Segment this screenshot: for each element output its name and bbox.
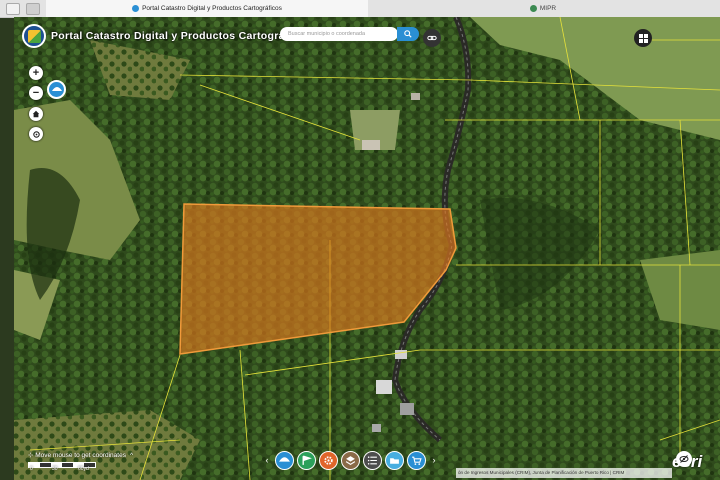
layers-tool-button[interactable]	[341, 450, 360, 470]
folder-icon	[390, 457, 399, 464]
scale-label: 0	[30, 466, 33, 472]
map-view[interactable]	[14, 17, 720, 480]
parcel-identify-button[interactable]	[47, 80, 66, 99]
grid-icon	[638, 33, 648, 43]
layers-icon	[345, 455, 356, 465]
coordinates-text: Move mouse to get coordinates	[35, 452, 126, 459]
search-icon	[404, 30, 412, 38]
list-tool-button[interactable]	[363, 450, 382, 470]
zoom-in-button[interactable]: +	[29, 66, 43, 80]
link-icon	[427, 35, 437, 41]
home-button[interactable]	[29, 107, 43, 121]
list-icon	[367, 455, 377, 465]
umbrella-icon	[279, 456, 290, 462]
satellite-imagery	[14, 17, 720, 480]
tab-label: MIPR	[539, 5, 557, 12]
sidebar-toggle-icon[interactable]	[6, 2, 20, 15]
tab-mipr[interactable]: MIPR	[372, 0, 714, 17]
visibility-toggle-button[interactable]	[676, 451, 692, 467]
tab-label: Portal Catastro Digital y Productos Cart…	[142, 5, 282, 12]
coordinates-readout[interactable]: ⊹ Move mouse to get coordinates ^	[28, 451, 133, 459]
flag-icon	[302, 454, 312, 465]
share-link-button[interactable]	[423, 29, 441, 47]
search-button[interactable]	[397, 27, 419, 41]
chevron-left-icon[interactable]: ‹	[262, 453, 272, 467]
crosshair-icon	[32, 130, 40, 138]
folder-tool-button[interactable]	[385, 450, 404, 470]
map-attribution: ón de Ingresos Municipales (CRIM), Junta…	[456, 468, 672, 478]
tab-overview-icon[interactable]	[26, 2, 40, 15]
parcel-tool-button[interactable]	[275, 450, 294, 470]
globe-icon	[132, 5, 140, 12]
app-logo[interactable]	[22, 24, 46, 48]
scale-label: 60yd	[78, 466, 89, 472]
cart-icon	[412, 456, 422, 465]
apps-grid-button[interactable]	[634, 29, 652, 47]
bottom-toolbar: ‹ ›	[262, 449, 439, 471]
gear-icon	[324, 455, 333, 465]
chevron-up-icon[interactable]: ^	[130, 452, 133, 459]
tab-portal-catastro[interactable]: Portal Catastro Digital y Productos Cart…	[46, 0, 368, 17]
home-icon	[32, 110, 40, 118]
chevron-right-icon[interactable]: ›	[429, 453, 439, 467]
cart-tool-button[interactable]	[407, 450, 426, 470]
browser-tab-bar: Portal Catastro Digital y Productos Cart…	[0, 0, 720, 18]
zoom-out-button[interactable]: −	[29, 86, 43, 100]
eye-off-icon	[679, 455, 689, 463]
globe-icon	[529, 5, 537, 12]
app-title: Portal Catastro Digital y Productos Cart…	[51, 30, 311, 42]
flag-tool-button[interactable]	[297, 450, 316, 470]
umbrella-icon	[51, 86, 62, 91]
scale-label: 30	[52, 466, 58, 472]
search-input[interactable]: Buscar municipio o coordenada	[280, 27, 398, 41]
locate-button[interactable]	[29, 127, 43, 141]
settings-tool-button[interactable]	[319, 450, 338, 470]
